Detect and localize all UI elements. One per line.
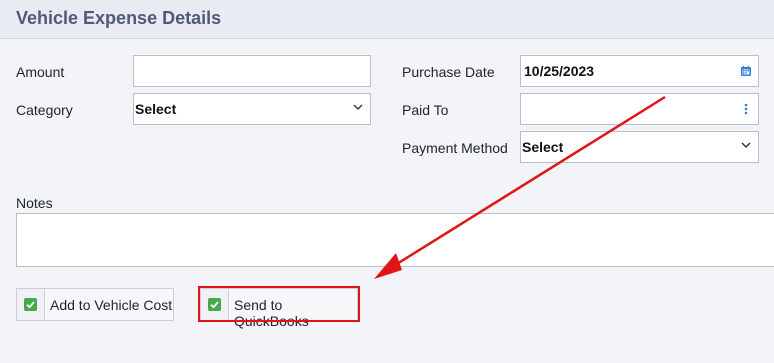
check-icon	[24, 298, 37, 311]
paid-to-label: Paid To	[402, 102, 449, 118]
purchase-date-input[interactable]: 10/25/2023	[520, 55, 759, 87]
payment-method-label: Payment Method	[402, 140, 508, 156]
category-label: Category	[16, 102, 73, 118]
checkbox-label: Add to Vehicle Cost	[50, 297, 173, 313]
amount-label: Amount	[16, 64, 65, 80]
notes-label: Notes	[16, 195, 53, 211]
paid-to-input[interactable]	[520, 93, 759, 125]
chevron-down-icon	[741, 142, 751, 148]
chevron-down-icon	[353, 104, 363, 110]
purchase-date-value: 10/25/2023	[524, 63, 595, 79]
page-title: Vehicle Expense Details	[16, 8, 222, 28]
amount-input[interactable]	[133, 55, 371, 87]
panel-header: Vehicle Expense Details	[0, 0, 774, 39]
more-vertical-icon[interactable]	[740, 103, 752, 115]
calendar-icon[interactable]	[740, 65, 752, 77]
checkbox-square[interactable]	[17, 289, 45, 320]
payment-method-selected: Select	[522, 139, 564, 155]
purchase-date-label: Purchase Date	[402, 64, 495, 80]
category-selected: Select	[135, 101, 177, 117]
annotation-highlight-box	[198, 286, 360, 322]
add-to-vehicle-cost-checkbox[interactable]: Add to Vehicle Cost	[16, 288, 174, 321]
notes-textarea[interactable]	[16, 213, 774, 267]
payment-method-select[interactable]: Select	[520, 131, 759, 163]
category-select[interactable]: Select	[133, 93, 371, 125]
